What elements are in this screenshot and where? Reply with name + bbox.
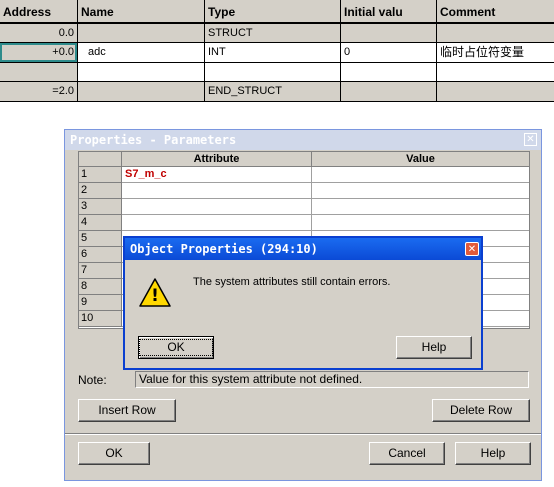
attribute-cell[interactable] — [122, 183, 312, 199]
comment-cell[interactable] — [437, 24, 554, 43]
address-cell — [0, 63, 78, 82]
table-row[interactable]: =2.0 END_STRUCT — [0, 82, 554, 102]
message-text: The system attributes still contain erro… — [193, 276, 391, 288]
header-initial-value[interactable]: Initial valu — [341, 0, 437, 24]
address-cell[interactable]: +0.0 — [0, 43, 78, 63]
initial-value-cell[interactable] — [341, 63, 437, 82]
message-help-button[interactable]: Help — [396, 336, 472, 359]
object-properties-message-box: Object Properties (294:10) ✕ ! The syste… — [123, 236, 483, 370]
header-name[interactable]: Name — [78, 0, 205, 24]
close-icon[interactable]: ✕ — [524, 133, 537, 146]
address-cell: =2.0 — [0, 82, 78, 102]
address-cell: 0.0 — [0, 24, 78, 43]
cancel-button[interactable]: Cancel — [369, 442, 445, 465]
declaration-table: Address Name Type Initial valu Comment 0… — [0, 0, 554, 102]
attribute-cell[interactable]: S7_m_c — [122, 167, 312, 183]
name-cell — [78, 82, 205, 102]
help-button[interactable]: Help — [455, 442, 531, 465]
message-box-title[interactable]: Object Properties (294:10) — [125, 238, 481, 260]
comment-cell[interactable]: 临时占位符变量 — [437, 43, 554, 63]
comment-cell — [437, 82, 554, 102]
value-cell[interactable] — [312, 199, 529, 215]
type-cell[interactable]: INT — [205, 43, 341, 63]
row-number[interactable]: 6 — [79, 247, 122, 263]
delete-row-button[interactable]: Delete Row — [432, 399, 530, 422]
header-address[interactable]: Address — [0, 0, 78, 24]
name-cell[interactable] — [78, 24, 205, 43]
message-ok-button[interactable]: OK — [138, 336, 214, 359]
table-row[interactable]: +0.0 adc INT 0 临时占位符变量 — [0, 43, 554, 63]
value-cell[interactable] — [312, 215, 529, 231]
initial-value-cell[interactable] — [341, 24, 437, 43]
row-number[interactable]: 10 — [79, 311, 122, 327]
row-number[interactable]: 1 — [79, 167, 122, 183]
row-number-header — [79, 152, 122, 167]
initial-value-cell[interactable]: 0 — [341, 43, 437, 63]
attribute-column-header[interactable]: Attribute — [122, 152, 312, 167]
close-icon[interactable]: ✕ — [465, 242, 479, 256]
comment-cell[interactable] — [437, 63, 554, 82]
warning-icon: ! — [139, 278, 171, 308]
note-label: Note: — [78, 373, 107, 387]
value-cell[interactable] — [312, 183, 529, 199]
header-type[interactable]: Type — [205, 0, 341, 24]
warning-glyph: ! — [151, 286, 159, 306]
row-number[interactable]: 8 — [79, 279, 122, 295]
properties-dialog-title[interactable]: Properties - Parameters — [65, 130, 541, 150]
table-row[interactable]: 0.0 STRUCT — [0, 24, 554, 43]
row-number[interactable]: 5 — [79, 231, 122, 247]
type-cell[interactable] — [205, 63, 341, 82]
attribute-cell[interactable] — [122, 215, 312, 231]
initial-value-cell — [341, 82, 437, 102]
row-number[interactable]: 2 — [79, 183, 122, 199]
insert-row-button[interactable]: Insert Row — [78, 399, 176, 422]
row-number[interactable]: 7 — [79, 263, 122, 279]
divider — [65, 433, 541, 435]
value-cell[interactable] — [312, 167, 529, 183]
table-row[interactable] — [0, 63, 554, 82]
value-column-header[interactable]: Value — [312, 152, 529, 167]
note-field: Value for this system attribute not defi… — [135, 371, 529, 388]
name-cell[interactable] — [78, 63, 205, 82]
type-cell[interactable]: STRUCT — [205, 24, 341, 43]
type-cell: END_STRUCT — [205, 82, 341, 102]
declaration-header-row: Address Name Type Initial valu Comment — [0, 0, 554, 24]
row-number[interactable]: 9 — [79, 295, 122, 311]
name-cell[interactable]: adc — [78, 43, 205, 63]
row-number[interactable]: 3 — [79, 199, 122, 215]
attribute-cell[interactable] — [122, 199, 312, 215]
header-comment[interactable]: Comment — [437, 0, 554, 24]
message-ok-label: OK — [139, 339, 213, 356]
row-number[interactable]: 4 — [79, 215, 122, 231]
ok-button[interactable]: OK — [78, 442, 150, 465]
